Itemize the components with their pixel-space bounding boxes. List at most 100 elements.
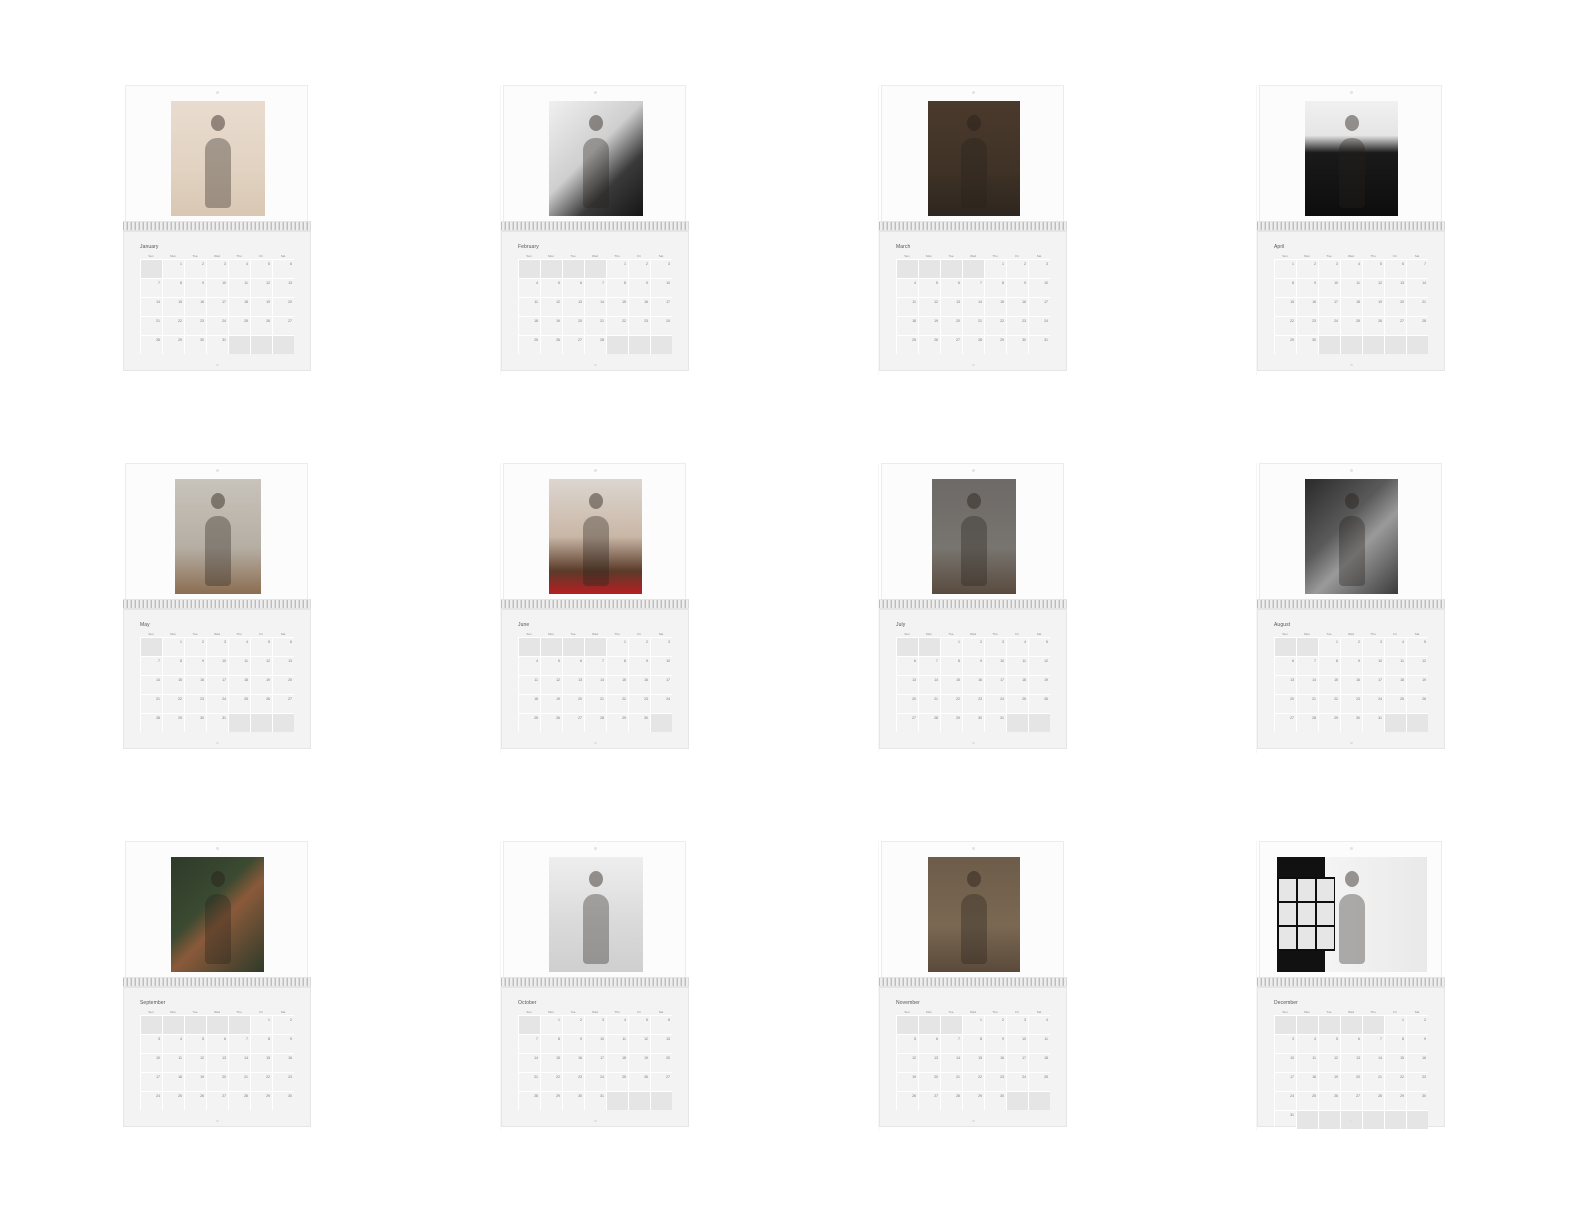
figure-head <box>967 871 981 887</box>
page-footer-mark <box>1350 742 1353 744</box>
day-cell: 23 <box>628 316 650 335</box>
day-cell: 21 <box>962 316 984 335</box>
day-cell: 4 <box>518 278 540 297</box>
day-cell: 3 <box>140 1034 162 1053</box>
day-cell: 1 <box>962 1015 984 1034</box>
month-title: November <box>896 1000 920 1006</box>
day-cell: 8 <box>1318 656 1340 675</box>
day-cell: 31 <box>206 335 228 354</box>
empty-day-cell <box>1028 1091 1050 1110</box>
month-grid: Sun Mon Tue Wed Thu Fri Sat 1 2 3 4 5 6 7 8 9 10 11 12 13 14… <box>896 253 1050 354</box>
calendar-mockup-july[interactable]: July Sun Mon Tue Wed Thu Fri Sat 1 2 3 4 5 6 7 8 9 10 11 12… <box>879 463 1257 841</box>
hanging-hole <box>972 847 975 850</box>
day-cell: 6 <box>272 637 294 656</box>
day-cell: 29 <box>940 713 962 732</box>
contact-thumbnail <box>1279 879 1296 901</box>
day-cell: 8 <box>1274 278 1296 297</box>
day-cell: 26 <box>628 1072 650 1091</box>
day-cell: 27 <box>918 1091 940 1110</box>
figure-silhouette <box>1338 138 1365 208</box>
day-cell: 1 <box>1274 259 1296 278</box>
day-cell: 23 <box>1296 316 1318 335</box>
day-cell: 20 <box>896 694 918 713</box>
day-cell: 10 <box>1274 1053 1296 1072</box>
day-cell: 12 <box>918 297 940 316</box>
portrait-photo <box>1305 479 1398 594</box>
day-cell: 23 <box>984 1072 1006 1091</box>
day-cell: 10 <box>1028 278 1050 297</box>
calendar-mockup-june[interactable]: June Sun Mon Tue Wed Thu Fri Sat 1 2 3 4 5 6 7 8 9 10 11 12… <box>501 463 879 841</box>
day-cell: 15 <box>606 675 628 694</box>
figure-head <box>967 115 981 131</box>
page-footer-mark <box>594 742 597 744</box>
day-cell: 12 <box>540 675 562 694</box>
empty-day-cell <box>1384 713 1406 732</box>
calendar-mockup-september[interactable]: September Sun Mon Tue Wed Thu Fri Sat 1 2 3 4 5 6 7 8 9 1… <box>123 841 501 1219</box>
day-cell: 29 <box>162 713 184 732</box>
day-cell: 15 <box>940 675 962 694</box>
day-cell: 17 <box>1006 1053 1028 1072</box>
day-cell: 27 <box>896 713 918 732</box>
day-cell: 27 <box>1340 1091 1362 1110</box>
month-grid: Sun Mon Tue Wed Thu Fri Sat 1 2 3 4 5 6 7 8 9 10 11 12 13 14… <box>140 1009 294 1110</box>
spiral-binding <box>1257 977 1445 987</box>
empty-day-cell <box>162 1015 184 1034</box>
day-cell: 28 <box>1406 316 1428 335</box>
calendar-mockup-january[interactable]: January Sun Mon Tue Wed Thu Fri Sat 1 2 3 4 5 6 7 8 9 10 1… <box>123 85 501 463</box>
day-cell: 20 <box>272 675 294 694</box>
empty-day-cell <box>896 637 918 656</box>
day-cell: 20 <box>206 1072 228 1091</box>
day-cell: 3 <box>206 637 228 656</box>
day-cell: 26 <box>1318 1091 1340 1110</box>
figure-silhouette <box>961 516 987 586</box>
day-cell: 10 <box>206 278 228 297</box>
day-cell: 2 <box>272 1015 294 1034</box>
day-cell: 23 <box>962 694 984 713</box>
month-grid: Sun Mon Tue Wed Thu Fri Sat 1 2 3 4 5 6 7 8 9 10 11 12 13 14… <box>140 631 294 732</box>
day-cell: 30 <box>562 1091 584 1110</box>
figure-head <box>211 115 225 131</box>
empty-day-cell <box>518 637 540 656</box>
day-cell: 22 <box>540 1072 562 1091</box>
day-cell: 24 <box>1006 1072 1028 1091</box>
day-cell: 4 <box>1384 637 1406 656</box>
day-cell: 16 <box>628 675 650 694</box>
day-cell: 16 <box>184 297 206 316</box>
day-cell: 14 <box>140 675 162 694</box>
day-cell: 16 <box>1406 1053 1428 1072</box>
day-cell: 4 <box>228 637 250 656</box>
day-cell: 23 <box>272 1072 294 1091</box>
empty-day-cell <box>140 637 162 656</box>
calendar-mockup-february[interactable]: February Sun Mon Tue Wed Thu Fri Sat 1 2 3 4 5 6 7 8 9 10… <box>501 85 879 463</box>
empty-day-cell <box>1296 637 1318 656</box>
month-page: July Sun Mon Tue Wed Thu Fri Sat 1 2 3 4 5 6 7 8 9 10 11 12… <box>879 609 1067 749</box>
figure-head <box>211 493 225 509</box>
empty-day-cell <box>628 335 650 354</box>
day-cell: 31 <box>1028 335 1050 354</box>
day-cell: 27 <box>272 316 294 335</box>
day-cell: 3 <box>984 637 1006 656</box>
calendar-mockup-december[interactable]: December Sun Mon Tue Wed Thu Fri Sat 1 2 3 4 5 6 7 8 9 10… <box>1257 841 1588 1219</box>
day-cell: 19 <box>250 297 272 316</box>
day-cell: 1 <box>250 1015 272 1034</box>
calendar-mockup-november[interactable]: November Sun Mon Tue Wed Thu Fri Sat 1 2 3 4 5 6 7 8 9 10… <box>879 841 1257 1219</box>
calendar-mockup-may[interactable]: May Sun Mon Tue Wed Thu Fri Sat 1 2 3 4 5 6 7 8 9 10 11 12 1… <box>123 463 501 841</box>
wall-calendar: March Sun Mon Tue Wed Thu Fri Sat 1 2 3 4 5 6 7 8 9 10 11 1… <box>879 85 1067 375</box>
spiral-binding <box>879 599 1067 609</box>
day-cell: 10 <box>650 656 672 675</box>
day-cell: 24 <box>1362 694 1384 713</box>
day-cell: 3 <box>1318 259 1340 278</box>
day-cell: 14 <box>1406 278 1428 297</box>
calendar-mockup-october[interactable]: October Sun Mon Tue Wed Thu Fri Sat 1 2 3 4 5 6 7 8 9 10 1… <box>501 841 879 1219</box>
day-cell: 7 <box>140 278 162 297</box>
hanging-hole <box>216 91 219 94</box>
calendar-mockup-march[interactable]: March Sun Mon Tue Wed Thu Fri Sat 1 2 3 4 5 6 7 8 9 10 11 1… <box>879 85 1257 463</box>
day-cell: 16 <box>272 1053 294 1072</box>
day-cell: 14 <box>584 297 606 316</box>
day-cell: 8 <box>940 656 962 675</box>
calendar-mockup-april[interactable]: April Sun Mon Tue Wed Thu Fri Sat 1 2 3 4 5 6 7 8 9 10 11 1… <box>1257 85 1588 463</box>
day-cell: 8 <box>162 278 184 297</box>
day-cell: 13 <box>562 297 584 316</box>
calendar-mockup-august[interactable]: August Sun Mon Tue Wed Thu Fri Sat 1 2 3 4 5 6 7 8 9 10 11… <box>1257 463 1588 841</box>
day-cell: 27 <box>562 335 584 354</box>
